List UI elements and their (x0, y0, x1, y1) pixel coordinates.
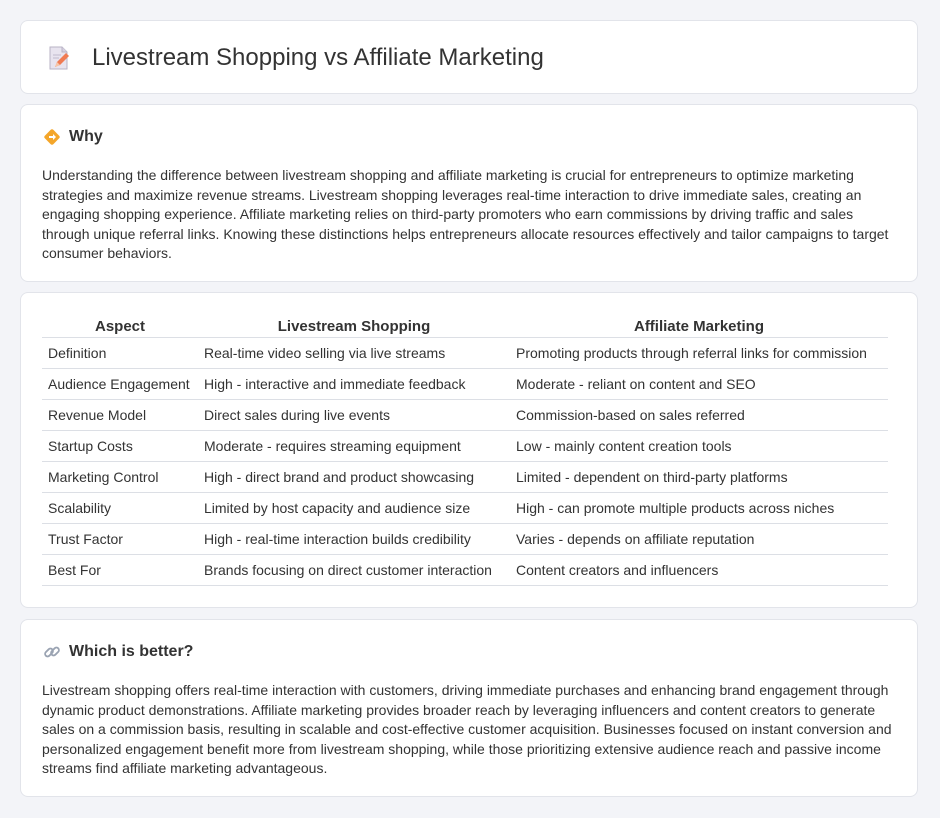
why-text: Understanding the difference between liv… (42, 167, 889, 262)
link-icon (43, 643, 61, 661)
table-row: Definition Real-time video selling via l… (42, 337, 888, 369)
table-cell: Trust Factor (42, 523, 198, 555)
table-cell: Marketing Control (42, 461, 198, 493)
table-cell: Direct sales during live events (198, 399, 510, 431)
table-row: Scalability Limited by host capacity and… (42, 492, 888, 524)
table-row: Audience Engagement High - interactive a… (42, 368, 888, 400)
table-cell: Best For (42, 554, 198, 586)
comparison-table: Aspect Livestream Shopping Affiliate Mar… (42, 315, 888, 586)
table-header-row: Aspect Livestream Shopping Affiliate Mar… (42, 315, 888, 338)
table-cell: Moderate - requires streaming equipment (198, 430, 510, 462)
table-cell: Audience Engagement (42, 368, 198, 400)
table-cell: Commission-based on sales referred (510, 399, 888, 431)
table-cell: Content creators and influencers (510, 554, 888, 586)
table-cell: High - interactive and immediate feedbac… (198, 368, 510, 400)
header-affiliate: Affiliate Marketing (510, 315, 888, 338)
comparison-table-card: Aspect Livestream Shopping Affiliate Mar… (20, 292, 918, 608)
table-cell: Definition (42, 337, 198, 369)
table-cell: Promoting products through referral link… (510, 337, 888, 369)
table-row: Startup Costs Moderate - requires stream… (42, 430, 888, 462)
table-cell: High - real-time interaction builds cred… (198, 523, 510, 555)
table-row: Marketing Control High - direct brand an… (42, 461, 888, 493)
table-cell: Limited - dependent on third-party platf… (510, 461, 888, 493)
which-better-section: Which is better? Livestream shopping off… (20, 619, 918, 797)
table-cell: Startup Costs (42, 430, 198, 462)
table-cell: Moderate - reliant on content and SEO (510, 368, 888, 400)
table-cell: Brands focusing on direct customer inter… (198, 554, 510, 586)
diamond-arrow-icon (43, 128, 61, 146)
document-pencil-icon (47, 45, 71, 71)
table-cell: Scalability (42, 492, 198, 524)
table-cell: Low - mainly content creation tools (510, 430, 888, 462)
table-cell: Limited by host capacity and audience si… (198, 492, 510, 524)
table-cell: High - direct brand and product showcasi… (198, 461, 510, 493)
header-livestream: Livestream Shopping (198, 315, 510, 338)
why-section: Why Understanding the difference between… (20, 104, 918, 282)
page-title: Livestream Shopping vs Affiliate Marketi… (92, 44, 544, 71)
table-cell: Varies - depends on affiliate reputation (510, 523, 888, 555)
table-cell: High - can promote multiple products acr… (510, 492, 888, 524)
header-card: Livestream Shopping vs Affiliate Marketi… (20, 20, 918, 94)
header-aspect: Aspect (42, 315, 198, 338)
table-cell: Revenue Model (42, 399, 198, 431)
table-row: Trust Factor High - real-time interactio… (42, 523, 888, 555)
which-better-title: Which is better? (69, 643, 194, 660)
table-row: Revenue Model Direct sales during live e… (42, 399, 888, 431)
table-row: Best For Brands focusing on direct custo… (42, 554, 888, 586)
why-title: Why (69, 128, 103, 145)
which-better-text: Livestream shopping offers real-time int… (42, 682, 892, 777)
table-cell: Real-time video selling via live streams (198, 337, 510, 369)
